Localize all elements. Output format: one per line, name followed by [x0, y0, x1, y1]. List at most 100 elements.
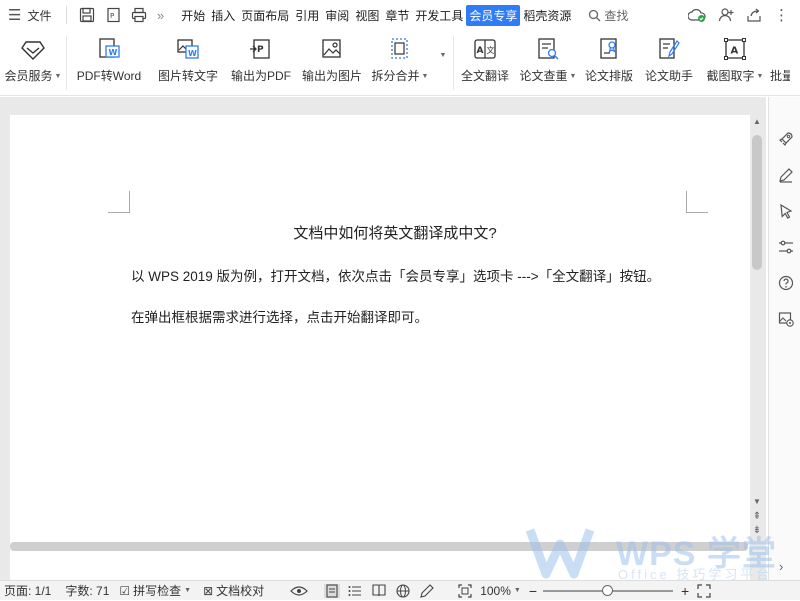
- next-page-icon[interactable]: ⇟: [750, 525, 764, 536]
- screenshot-text-icon: A: [724, 38, 746, 60]
- help-icon[interactable]: [778, 275, 794, 291]
- page-indicator[interactable]: 页面: 1/1: [4, 582, 51, 599]
- file-menu-label: 文件: [27, 8, 52, 23]
- reading-view-icon[interactable]: [372, 584, 386, 597]
- export-pdf-quick-icon[interactable]: P: [105, 7, 121, 23]
- spell-check-button[interactable]: ☑ 拼写检查 ▼: [119, 582, 191, 599]
- previous-page-icon[interactable]: ⇞: [750, 511, 764, 522]
- dropdown-arrow-icon: ▼: [756, 73, 764, 81]
- pdf-to-word-button[interactable]: W PDF转Word: [67, 30, 151, 96]
- pen-icon[interactable]: [778, 167, 794, 183]
- zoom-in-button[interactable]: +: [681, 583, 689, 599]
- margin-corner-top-left: [108, 191, 130, 213]
- cursor-select-icon[interactable]: [778, 203, 794, 219]
- image-to-text-button[interactable]: W 图片转文字: [151, 30, 225, 96]
- export-image-label: 输出为图片: [301, 69, 362, 83]
- doc-proofread-label: 文档校对: [216, 584, 265, 598]
- search-label: 查找: [604, 8, 629, 23]
- zoom-slider[interactable]: [543, 581, 674, 601]
- svg-text:P: P: [257, 45, 264, 55]
- tab-chapter[interactable]: 章节: [382, 5, 412, 26]
- search-button[interactable]: 查找: [588, 7, 628, 24]
- more-options-icon[interactable]: ⋮: [774, 6, 790, 24]
- dropdown-arrow-icon: ▼: [569, 73, 577, 81]
- write-mode-icon[interactable]: [420, 583, 434, 598]
- split-merge-button[interactable]: 拆分合并 ▼: [367, 30, 433, 96]
- export-pdf-button[interactable]: P 输出为PDF: [225, 30, 297, 96]
- paper-check-button[interactable]: 论文查重 ▼: [516, 30, 580, 96]
- tab-member-exclusive[interactable]: 会员专享: [466, 4, 521, 26]
- document-paragraph-1[interactable]: 以 WPS 2019 版为例，打开文档，依次点击「会员专享」选项卡 --->「全…: [131, 265, 660, 285]
- ribbon-tabs: 开始 插入 页面布局 引用 审阅 视图 章节 开发工具 会员专享 稻壳资源: [178, 4, 574, 26]
- paper-check-label: 论文查重: [519, 69, 568, 83]
- export-pdf-label: 输出为PDF: [230, 69, 291, 83]
- page-view-icon[interactable]: [324, 583, 341, 598]
- screenshot-text-button[interactable]: A 截图取字 ▼: [700, 30, 770, 96]
- share-icon[interactable]: [746, 7, 762, 23]
- proofread-icon: ⊠: [203, 583, 214, 598]
- ribbon-toolbar: 会员服务 ▼ W PDF转Word W 图片转文字 P 输出为PDF 输出为图片…: [0, 30, 800, 96]
- zoom-level[interactable]: 100% ▼: [480, 584, 521, 598]
- scroll-down-icon[interactable]: ▼: [750, 497, 764, 506]
- export-image-button[interactable]: 输出为图片: [297, 30, 367, 96]
- web-view-icon[interactable]: [396, 583, 410, 598]
- tab-insert[interactable]: 插入: [208, 5, 238, 26]
- collapse-panel-icon[interactable]: ›: [779, 559, 783, 574]
- outline-view-icon[interactable]: [348, 585, 362, 597]
- image-to-text-label: 图片转文字: [157, 69, 218, 83]
- tab-docer-resources[interactable]: 稻壳资源: [520, 5, 574, 26]
- save-icon[interactable]: [79, 7, 95, 23]
- paper-check-icon: [538, 38, 559, 60]
- pdf-to-word-icon: W: [99, 38, 120, 58]
- horizontal-scroll-thumb[interactable]: [10, 542, 748, 551]
- svg-text:P: P: [110, 12, 114, 20]
- fit-page-icon[interactable]: [458, 583, 472, 598]
- image-settings-icon[interactable]: [778, 311, 794, 327]
- document-title[interactable]: 文档中如何将英文翻译成中文?: [0, 222, 790, 243]
- share-user-icon[interactable]: [718, 7, 734, 23]
- batch-button[interactable]: 批量: [770, 30, 790, 96]
- member-service-button[interactable]: 会员服务 ▼: [0, 30, 66, 96]
- rocket-icon[interactable]: [778, 131, 794, 147]
- vertical-scroll-thumb[interactable]: [752, 135, 762, 270]
- file-menu[interactable]: ☰ 文件: [0, 6, 62, 24]
- tab-developer[interactable]: 开发工具: [412, 5, 466, 26]
- zoom-slider-knob[interactable]: [602, 584, 614, 596]
- vertical-scrollbar[interactable]: ▲ ▼ ⇞ ⇟: [750, 115, 766, 545]
- dropdown-arrow-icon: ▼: [184, 587, 192, 594]
- cloud-sync-icon[interactable]: [688, 7, 706, 23]
- full-translate-label: 全文翻译: [460, 69, 509, 83]
- tab-start[interactable]: 开始: [178, 5, 208, 26]
- tab-view[interactable]: 视图: [352, 5, 382, 26]
- horizontal-scrollbar[interactable]: [10, 539, 750, 555]
- doc-proofread-button[interactable]: ⊠ 文档校对: [203, 582, 264, 599]
- settings-sliders-icon[interactable]: [778, 239, 794, 255]
- ribbon-expand-icon[interactable]: ▼: [433, 30, 453, 59]
- document-canvas: [0, 97, 766, 580]
- member-service-label: 会员服务: [4, 69, 53, 83]
- paper-assistant-label: 论文助手: [644, 69, 693, 83]
- svg-text:W: W: [109, 48, 118, 57]
- tab-page-layout[interactable]: 页面布局: [238, 5, 292, 26]
- word-count[interactable]: 字数: 71: [65, 582, 109, 599]
- document-paragraph-2[interactable]: 在弹出框根据需求进行选择，点击开始翻译即可。: [131, 306, 428, 326]
- dropdown-arrow-icon: ▼: [421, 73, 429, 81]
- scroll-up-icon[interactable]: ▲: [750, 117, 764, 126]
- quick-access-toolbar: P »: [71, 7, 172, 23]
- print-icon[interactable]: [131, 7, 147, 23]
- top-tab-bar: ☰ 文件 P » 开始 插入 页面布局 引用 审阅 视图 章节 开发工具 会员专…: [0, 0, 800, 30]
- document-page[interactable]: [10, 115, 750, 580]
- fullscreen-icon[interactable]: [697, 583, 711, 598]
- tab-references[interactable]: 引用: [292, 5, 322, 26]
- paper-layout-button[interactable]: 论文排版: [580, 30, 638, 96]
- zoom-out-button[interactable]: −: [529, 583, 537, 599]
- full-translate-button[interactable]: A 文 全文翻译: [454, 30, 516, 96]
- status-bar: 页面: 1/1 字数: 71 ☑ 拼写检查 ▼ ⊠ 文档校对 100% ▼ − …: [0, 580, 800, 600]
- svg-text:A: A: [477, 46, 484, 56]
- tab-review[interactable]: 审阅: [322, 5, 352, 26]
- eye-protection-icon[interactable]: [290, 585, 309, 597]
- dropdown-arrow-icon: ▼: [513, 587, 521, 594]
- paper-assistant-button[interactable]: 论文助手: [638, 30, 700, 96]
- more-chevron-icon[interactable]: »: [157, 8, 164, 23]
- right-side-panel: ›: [768, 97, 800, 580]
